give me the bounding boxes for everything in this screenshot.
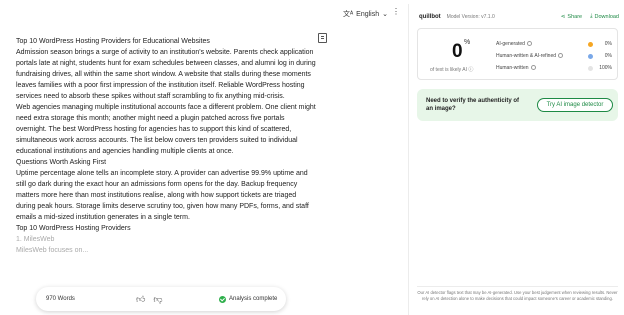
share-button[interactable]: ⋖ Share xyxy=(561,13,582,20)
share-label: Share xyxy=(567,13,583,20)
legend-dot xyxy=(588,42,593,47)
thumbs-down-icon[interactable]: 👎︎ xyxy=(153,294,162,305)
editor-paragraph: Web agencies managing multiple instituti… xyxy=(16,104,316,155)
results-panel: quillbot Model Version: v7.1.0 ⋖ Share ⤓ D… xyxy=(408,4,624,315)
row-label: Human-written xyxy=(496,65,529,71)
copy-icon[interactable] xyxy=(318,33,327,43)
banner-text: Need to verify the authenticity of an im… xyxy=(426,98,520,112)
ai-score: 0 xyxy=(452,41,463,62)
text-editor[interactable]: Top 10 WordPress Hosting Providers for E… xyxy=(16,36,316,284)
score-breakdown: AI-generated 0% Human-written & AI-refin… xyxy=(496,41,614,77)
check-circle-icon xyxy=(219,295,226,303)
info-icon[interactable] xyxy=(558,53,564,58)
editor-paragraph: Admission season brings a surge of activ… xyxy=(16,49,316,100)
score-caption-text: of text is likely AI xyxy=(430,67,467,73)
feedback-buttons: 👍︎ 👎︎ xyxy=(136,294,163,305)
row-value: 0% xyxy=(604,53,612,59)
breakdown-row-ai: AI-generated 0% xyxy=(496,41,614,53)
editor-heading: Top 10 WordPress Hosting Providers xyxy=(16,225,131,232)
info-icon[interactable] xyxy=(530,65,536,70)
status-label: Analysis complete xyxy=(229,296,278,302)
row-value: 100% xyxy=(599,65,612,71)
model-version: Model Version: v7.1.0 xyxy=(446,14,495,20)
try-image-detector-button[interactable]: Try AI image detector xyxy=(537,98,613,112)
row-label: AI-generated xyxy=(496,41,525,47)
analysis-status: Analysis complete xyxy=(219,295,278,303)
breakdown-row-human: Human-written 100% xyxy=(496,65,614,77)
editor-faded-line: MilesWeb focuses on... xyxy=(16,247,89,254)
image-detector-banner: Need to verify the authenticity of an im… xyxy=(417,89,618,121)
legend-dot xyxy=(588,66,593,71)
chevron-down-icon: ⌄ xyxy=(382,11,389,18)
disclaimer: Our AI detector flags text that may be A… xyxy=(417,286,618,302)
download-label: Download xyxy=(594,13,619,20)
word-count: 970 Words xyxy=(46,296,75,302)
kebab-icon[interactable]: ⋮ xyxy=(392,8,400,16)
editor-title: Top 10 WordPress Hosting Providers for E… xyxy=(16,38,210,45)
language-selector[interactable]: 文ᴬ English ⌄ xyxy=(343,9,388,19)
legend-dot xyxy=(588,54,593,59)
share-icon: ⋖ xyxy=(560,13,566,20)
ai-score-unit: % xyxy=(464,39,471,46)
breakdown-row-refined: Human-written & AI-refined 0% xyxy=(496,53,614,65)
score-caption: of text is likely AI ⓘ xyxy=(430,66,473,73)
bottom-status-bar: 970 Words 👍︎ 👎︎ Analysis complete xyxy=(36,287,286,311)
download-button[interactable]: ⤓ Download xyxy=(590,13,619,20)
score-card: 0 % of text is likely AI ⓘ AI-generated … xyxy=(417,28,618,80)
row-label: Human-written & AI-refined xyxy=(496,53,557,59)
thumbs-up-icon[interactable]: 👍︎ xyxy=(136,294,145,305)
info-icon[interactable] xyxy=(526,41,532,46)
info-icon[interactable]: ⓘ xyxy=(468,67,473,73)
editor-heading: Questions Worth Asking First xyxy=(16,159,107,166)
brand-logo: quillbot xyxy=(419,14,441,20)
language-label: English xyxy=(356,10,380,18)
editor-faded-line: 1. MilesWeb xyxy=(16,236,55,243)
translate-icon: 文ᴬ xyxy=(343,11,354,18)
row-value: 0% xyxy=(604,41,612,47)
panel-header: quillbot Model Version: v7.1.0 ⋖ Share ⤓ D… xyxy=(419,13,619,20)
download-icon: ⤓ xyxy=(590,13,593,19)
editor-paragraph: Uptime percentage alone tells an incompl… xyxy=(16,170,309,221)
